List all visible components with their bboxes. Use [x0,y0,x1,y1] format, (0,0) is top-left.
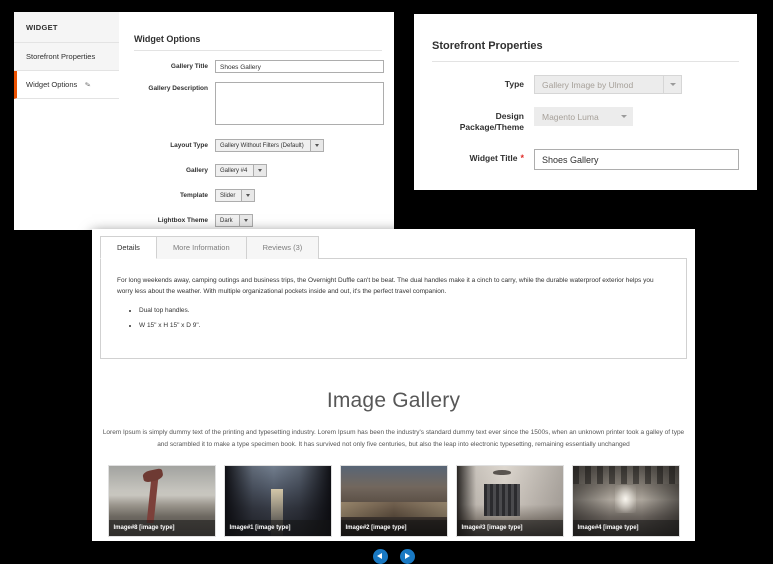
list-item: Dual top handles. [139,305,670,316]
template-select[interactable]: Slider [215,189,256,202]
tab-reviews[interactable]: Reviews (3) [245,236,320,259]
select-value: Gallery Image by Ulmod [542,80,634,90]
gallery-thumbnail-strip: Image#8 [image type] Image#1 [image type… [92,464,695,537]
chevron-down-icon [253,165,267,176]
field-lightbox-theme: Lightbox Theme Dark [134,214,384,227]
gallery-thumbnail[interactable]: Image#2 [image type] [339,464,448,537]
tab-details[interactable]: Details [100,236,157,259]
gallery-description-textarea[interactable] [215,82,384,125]
sidebar-item-widget-options[interactable]: Widget Options ✎ [14,71,119,99]
list-item: W 15" x H 15" x D 9". [139,320,670,331]
field-label: Template [179,192,208,199]
chevron-down-icon [238,215,252,226]
tab-label: Reviews (3) [262,243,303,252]
chevron-down-icon [615,108,632,125]
gallery-thumbnail[interactable]: Image#4 [image type] [571,464,680,537]
details-tab-panel: For long weekends away, camping outings … [100,258,687,359]
field-label: Layout Type [170,142,208,149]
field-label: Widget Title * [469,153,524,164]
select-value: Gallery #4 [220,168,248,174]
gallery-navigation [92,548,695,564]
storefront-properties-title: Storefront Properties [432,40,739,62]
field-gallery: Gallery Gallery #4 [134,164,384,177]
field-label: Type [504,79,524,89]
field-type: Type Gallery Image by Ulmod [432,75,739,94]
prev-arrow-icon[interactable] [372,548,388,564]
field-widget-title: Widget Title * Shoes Gallery [432,149,739,171]
field-layout-type: Layout Type Gallery Without Filters (Def… [134,139,384,152]
select-value: Dark [220,218,233,224]
pencil-icon: ✎ [84,81,92,90]
field-label: Design Package/Theme [459,111,524,132]
widget-sidebar-heading: WIDGET [14,12,119,43]
image-gallery-description: Lorem Ipsum is simply dummy text of the … [102,428,685,448]
gallery-thumbnail[interactable]: Image#3 [image type] [455,464,564,537]
tab-more-information[interactable]: More Information [155,236,247,259]
sidebar-item-label: Widget Options [26,80,78,89]
thumbnail-caption: Image#4 [image type] [572,519,679,536]
field-label: Gallery Title [170,63,208,70]
field-label: Gallery Description [148,85,208,92]
gallery-title-input[interactable]: Shoes Gallery [215,60,384,73]
tab-label: Details [117,243,140,252]
thumbnail-caption: Image#8 [image type] [108,519,215,536]
select-value: Gallery Without Filters (Default) [220,143,304,149]
storefront-properties-panel: Storefront Properties Type Gallery Image… [414,14,757,190]
chevron-down-icon [241,190,255,201]
field-label: Gallery [185,167,208,174]
design-package-select[interactable]: Magento Luma [534,107,633,126]
layout-type-select[interactable]: Gallery Without Filters (Default) [215,139,324,152]
image-gallery-heading: Image Gallery [326,388,461,412]
lightbox-theme-select[interactable]: Dark [215,214,253,227]
widget-options-title: Widget Options [134,34,382,51]
widget-options-panel: WIDGET Storefront Properties Widget Opti… [14,12,394,230]
widget-options-form: Widget Options Gallery Title Shoes Galle… [134,34,384,227]
select-value: Slider [220,193,236,199]
thumbnail-caption: Image#2 [image type] [340,519,447,536]
gallery-thumbnail[interactable]: Image#1 [image type] [223,464,332,537]
tab-label: More Information [172,243,230,252]
thumbnail-caption: Image#3 [image type] [456,519,563,536]
product-feature-list: Dual top handles. W 15" x H 15" x D 9". [117,305,670,332]
product-tabs: Details More Information Reviews (3) [92,229,695,259]
widget-title-input[interactable]: Shoes Gallery [534,149,739,171]
gallery-thumbnail[interactable]: Image#8 [image type] [107,464,216,537]
sidebar-item-label: Storefront Properties [26,52,96,61]
widget-sidebar: WIDGET Storefront Properties Widget Opti… [14,12,119,104]
required-marker: * [520,153,524,164]
chevron-down-icon [663,76,681,93]
gallery-select[interactable]: Gallery #4 [215,164,268,177]
field-design-package: Design Package/Theme Magento Luma [432,107,739,132]
select-value: Magento Luma [542,112,599,122]
field-gallery-title: Gallery Title Shoes Gallery [134,60,384,73]
field-gallery-description: Gallery Description [134,82,384,125]
field-template: Template Slider [134,189,384,202]
type-select[interactable]: Gallery Image by Ulmod [534,75,682,94]
field-label: Lightbox Theme [157,217,208,224]
product-description: For long weekends away, camping outings … [117,277,654,296]
thumbnail-caption: Image#1 [image type] [224,519,331,536]
chevron-down-icon [309,140,323,151]
next-arrow-icon[interactable] [399,548,415,564]
storefront-preview-panel: Details More Information Reviews (3) For… [92,229,695,564]
sidebar-item-storefront-properties[interactable]: Storefront Properties [14,43,119,71]
